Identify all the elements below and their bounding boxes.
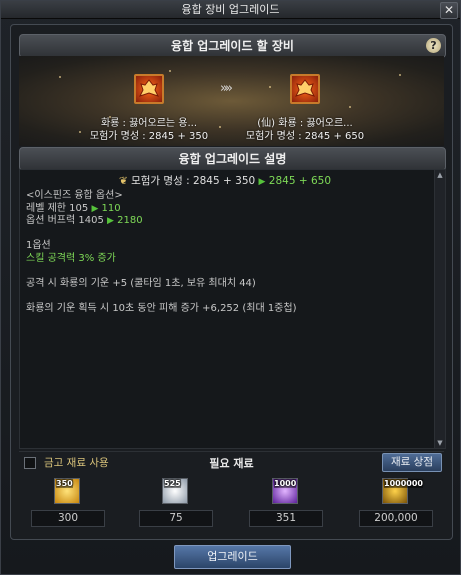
result-item-icon[interactable] xyxy=(290,74,320,104)
white-orb-icon[interactable]: 525 xyxy=(162,478,188,504)
gold-coins-icon[interactable]: 1000000 xyxy=(382,478,423,504)
effect-line-2: 화룡의 기운 획득 시 10초 동안 피해 증가 +6,252 (최대 1중첩) xyxy=(26,302,297,314)
upgrade-arrow-icon: »» xyxy=(220,81,233,96)
effect-line-1: 공격 시 화룡의 기운 +5 (쿨타임 1초, 보유 최대치 44) xyxy=(26,277,256,289)
required-materials-title: 필요 재료 xyxy=(209,457,254,470)
material-slot[interactable]: 525 75 xyxy=(139,475,213,527)
upgrade-window: 융합 장비 업그레이드 ✕ 융합 업그레이드 할 장비 ? »» 화룡 : 끓어… xyxy=(0,0,461,575)
material-slot[interactable]: 350 300 xyxy=(31,475,105,527)
window-titlebar[interactable]: 융합 장비 업그레이드 ✕ xyxy=(1,1,460,19)
material-quantity: 300 xyxy=(31,510,105,527)
purple-orb-icon[interactable]: 1000 xyxy=(272,478,298,504)
source-item-stat: 모험가 명성 : 2845 + 350 xyxy=(89,131,209,142)
description-section-title: 융합 업그레이드 설명 xyxy=(178,152,287,166)
close-button[interactable]: ✕ xyxy=(440,2,458,19)
reputation-result: 2845 + 650 xyxy=(268,175,332,187)
item-banner xyxy=(19,56,444,146)
window-title: 융합 장비 업그레이드 xyxy=(181,3,280,16)
target-section-title: 융합 업그레이드 할 장비 xyxy=(171,39,294,53)
material-quantity: 75 xyxy=(139,510,213,527)
reputation-prefix: 모험가 명성 : 2845 + 350 xyxy=(131,175,256,187)
material-quantity: 351 xyxy=(249,510,323,527)
description-text: <이스핀즈 융합 옵션> 레벨 제한 105 ▶ 110 옵션 버프력 1405… xyxy=(26,190,296,315)
reputation-stat-line: ❦ 모험가 명성 : 2845 + 350 ▶ 2845 + 650 xyxy=(20,173,430,188)
option-name: <이스핀즈 융합 옵션> xyxy=(26,190,123,201)
level-line: 레벨 제한 105 ▶ 110 xyxy=(26,202,121,214)
source-item-icon[interactable] xyxy=(134,74,164,104)
reputation-arrow-icon: ▶ xyxy=(258,177,266,187)
skill-line: 스킬 공격력 3% 증가 xyxy=(26,252,116,264)
buff-line: 옵션 버프력 1405 ▶ 2180 xyxy=(26,215,143,226)
material-slot[interactable]: 1000 351 xyxy=(249,475,323,527)
help-button[interactable]: ? xyxy=(426,38,441,53)
reputation-emblem-icon: ❦ xyxy=(118,175,128,187)
description-scrollbar[interactable]: ▲ ▼ xyxy=(434,170,445,448)
material-quantity: 200,000 xyxy=(359,510,433,527)
material-shop-button[interactable]: 재료 상점 xyxy=(382,453,442,472)
materials-bar: 금고 재료 사용 필요 재료 재료 상점 xyxy=(19,451,444,472)
description-box[interactable]: ❦ 모험가 명성 : 2845 + 350 ▶ 2845 + 650 <이스핀즈… xyxy=(19,169,446,449)
upgrade-button[interactable]: 업그레이드 xyxy=(174,545,291,569)
description-section-header: 융합 업그레이드 설명 xyxy=(19,147,446,171)
material-slot[interactable]: 1000000 200,000 xyxy=(359,475,433,527)
gold-crystal-icon[interactable]: 350 xyxy=(54,478,80,504)
target-section-header: 융합 업그레이드 할 장비 ? xyxy=(19,34,446,58)
scroll-down-icon[interactable]: ▼ xyxy=(435,438,445,448)
result-item-stat: 모험가 명성 : 2845 + 650 xyxy=(245,131,365,142)
option-1-label: 1옵션 xyxy=(26,240,51,251)
scroll-up-icon[interactable]: ▲ xyxy=(435,170,445,180)
